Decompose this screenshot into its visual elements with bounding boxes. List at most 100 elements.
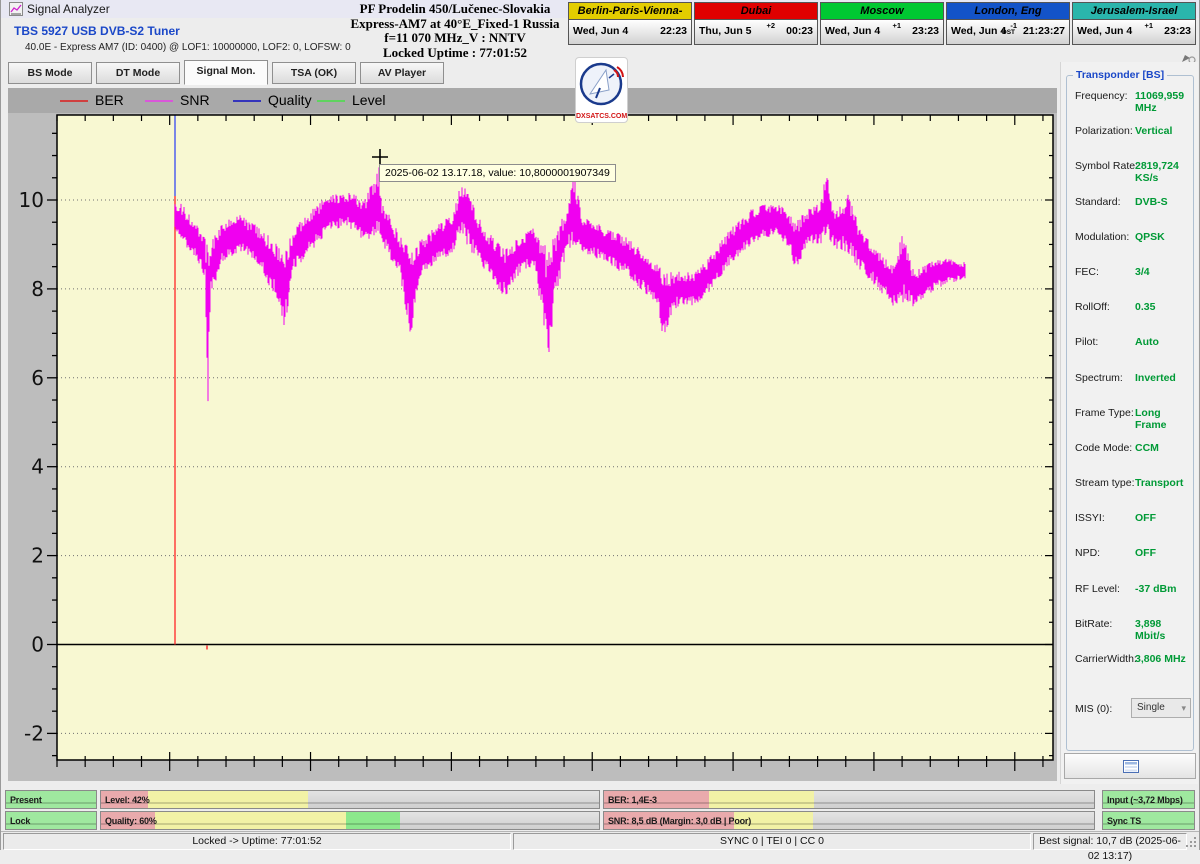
- tp-row-pilot: Pilot: Auto: [1067, 334, 1193, 369]
- snr-label: SNR: 8,5 dB (Margin: 3,0 dB | Poor): [608, 816, 752, 826]
- transponder-panel: Transponder [BS] Frequency: 11069,959 MHz…: [1060, 62, 1198, 784]
- tp-value: 0.35: [1135, 301, 1156, 314]
- clock-time: 22:23: [660, 25, 687, 37]
- clock-moscow: Moscow Wed, Jun 4 +1 23:23: [820, 2, 944, 45]
- quality-meter: Quality: 60%: [100, 811, 600, 830]
- tab-signal-mon[interactable]: Signal Mon.: [184, 60, 268, 85]
- tp-label: RollOff:: [1075, 301, 1110, 314]
- tp-row-modulation: Modulation: QPSK: [1067, 229, 1193, 264]
- quality-label: Quality: 60%: [105, 816, 157, 826]
- tp-row-npd: NPD: OFF: [1067, 545, 1193, 580]
- svg-text:8: 8: [31, 277, 44, 301]
- lock-label: Lock: [10, 816, 31, 826]
- tp-value: 3,806 MHz: [1135, 653, 1186, 665]
- level-line-swatch: [317, 100, 345, 102]
- dxsatcs-logo: DXSATCS.COM: [575, 57, 628, 123]
- ber-line-swatch: [60, 100, 88, 102]
- mis-label: MIS (0):: [1075, 703, 1113, 715]
- tp-label: Symbol Rate:: [1075, 160, 1139, 173]
- snr-chart-canvas[interactable]: -2 0 2 4 6 8 10: [8, 113, 1057, 781]
- tp-value: 3,898 Mbit/s: [1135, 617, 1166, 642]
- tp-row-carrier-width: CarrierWidth: 3,806 MHz: [1067, 651, 1193, 686]
- snr-chart[interactable]: -2 0 2 4 6 8 10: [8, 113, 1057, 781]
- status-uptime: Locked -> Uptime: 77:01:52: [3, 833, 511, 850]
- stream-list-button[interactable]: [1064, 753, 1196, 779]
- clock-time: 23:23: [912, 25, 939, 37]
- legend-label: Level: [352, 92, 386, 108]
- level-meter: Level: 42%: [100, 790, 600, 809]
- site-header-line2: Express-AM7 at 40°E_Fixed-1 Russia: [350, 15, 560, 31]
- clock-city: London, Eng: [947, 3, 1069, 20]
- snr-meter: SNR: 8,5 dB (Margin: 3,0 dB | Poor): [603, 811, 1095, 830]
- tp-row-rf-level: RF Level: -37 dBm: [1067, 581, 1193, 616]
- clock-date: Wed, Jun 4: [825, 25, 881, 37]
- svg-text:6: 6: [31, 366, 44, 390]
- tp-label: Stream type:: [1075, 477, 1135, 490]
- mis-row: MIS (0): Single ▾: [1067, 698, 1193, 725]
- tab-tsa[interactable]: TSA (OK): [272, 62, 356, 84]
- legend-label: Quality: [268, 92, 312, 108]
- status-bar: Locked -> Uptime: 77:01:52 SYNC 0 | TEI …: [1, 831, 1199, 862]
- tp-row-issyi: ISSYI: OFF: [1067, 510, 1193, 545]
- clock-time: 23:23: [1164, 25, 1191, 37]
- sync-ts-indicator: Sync TS: [1102, 811, 1195, 830]
- tp-label: Code Mode:: [1075, 441, 1133, 454]
- app-icon: [9, 2, 23, 16]
- tp-label: NPD:: [1075, 547, 1101, 560]
- tp-value: -37 dBm: [1135, 582, 1177, 595]
- clock-dubai: Dubai Thu, Jun 5 +2 00:23: [694, 2, 818, 45]
- svg-text:10: 10: [19, 188, 44, 212]
- clock-time: 00:23: [786, 25, 813, 37]
- chart-tooltip: 2025-06-02 13.17.18, value: 10,800000190…: [379, 164, 616, 182]
- clock-city: Berlin-Paris-Vienna-Roma: [569, 3, 691, 20]
- ber-meter: BER: 1,4E-3: [603, 790, 1095, 809]
- input-label: Input (~3,72 Mbps): [1107, 795, 1183, 805]
- site-header: PF Prodelin 450/Lučenec-Slovakia Express…: [330, 1, 580, 60]
- clock-date: Wed, Jun 4: [1077, 25, 1133, 37]
- transponder-groupbox: Transponder [BS] Frequency: 11069,959 MHz…: [1066, 69, 1194, 751]
- tp-value: Auto: [1135, 336, 1159, 349]
- tp-row-frequency: Frequency: 11069,959 MHz: [1067, 88, 1193, 123]
- tp-value: Transport: [1135, 477, 1184, 490]
- tp-label: Standard:: [1075, 195, 1121, 208]
- svg-text:2: 2: [31, 544, 44, 568]
- tp-value: DVB-S: [1135, 195, 1168, 208]
- tp-value: CCM: [1135, 441, 1159, 454]
- satellite-dish-icon: [579, 62, 624, 106]
- ber-label: BER: 1,4E-3: [608, 795, 657, 805]
- clock-berlin: Berlin-Paris-Vienna-Roma Wed, Jun 4 22:23: [568, 2, 692, 45]
- clock-city: Dubai: [695, 3, 817, 20]
- tp-label: Spectrum:: [1075, 371, 1123, 384]
- tab-bs-mode[interactable]: BS Mode: [8, 62, 92, 84]
- input-indicator: Input (~3,72 Mbps): [1102, 790, 1195, 809]
- tp-value: QPSK: [1135, 230, 1165, 243]
- clock-city: Moscow: [821, 3, 943, 20]
- quality-line-swatch: [233, 100, 261, 102]
- status-best-signal: Best signal: 10,7 dB (2025-06-02 13:17): [1033, 833, 1187, 862]
- tab-av-player[interactable]: AV Player: [360, 62, 444, 84]
- tp-value: Inverted: [1135, 371, 1176, 384]
- tp-label: Frame Type:: [1075, 406, 1134, 419]
- mis-dropdown[interactable]: Single ▾: [1131, 698, 1191, 718]
- present-label: Present: [10, 795, 42, 805]
- present-indicator: Present: [5, 790, 97, 809]
- clock-utc-offset: +1: [1144, 21, 1153, 30]
- resize-grip[interactable]: [1186, 837, 1196, 847]
- tp-value: Long Frame: [1135, 406, 1167, 431]
- svg-text:-2: -2: [24, 721, 44, 745]
- tp-label: CarrierWidth:: [1075, 653, 1137, 665]
- tp-value: 11069,959 MHz: [1135, 90, 1185, 114]
- tp-label: Polarization:: [1075, 125, 1133, 138]
- mis-value: Single: [1137, 702, 1165, 713]
- chart-legend: BER SNR Quality Level: [8, 88, 1057, 113]
- snr-line-swatch: [145, 100, 173, 102]
- tab-dt-mode[interactable]: DT Mode: [96, 62, 180, 84]
- tp-row-frame-type: Frame Type: Long Frame: [1067, 405, 1193, 440]
- chevron-down-icon: ▾: [1181, 703, 1186, 713]
- tp-label: Frequency:: [1075, 90, 1128, 102]
- tp-row-fec: FEC: 3/4: [1067, 264, 1193, 299]
- tp-value: 2819,724 KS/s: [1135, 160, 1179, 185]
- legend-label: BER: [95, 92, 124, 108]
- svg-text:4: 4: [31, 455, 44, 479]
- tp-label: Modulation:: [1075, 230, 1130, 243]
